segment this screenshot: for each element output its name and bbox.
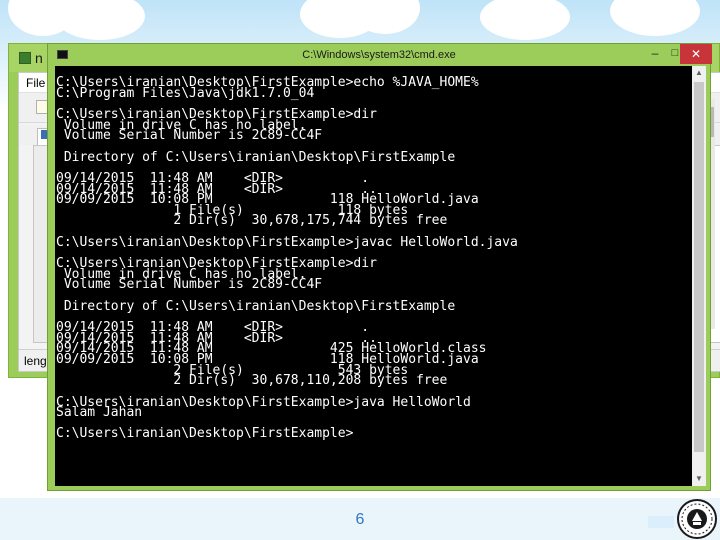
notepad-app-icon [19, 52, 31, 64]
close-button[interactable]: ✕ [680, 44, 712, 64]
cloud-shape [610, 0, 700, 36]
cmd-title-bar[interactable]: C:\Windows\system32\cmd.exe – □ ✕ [48, 44, 712, 66]
console-line: C:\Program Files\Java\jdk1.7.0_04 [56, 85, 315, 101]
scroll-up-arrow-icon[interactable]: ▲ [692, 66, 706, 80]
cmd-window: C:\Windows\system32\cmd.exe – □ ✕ C:\Use… [47, 43, 712, 491]
editor-title: n [35, 50, 43, 66]
console-line: Directory of C:\Users\iranian\Desktop\Fi… [56, 298, 456, 314]
console-line: C:\Users\iranian\Desktop\FirstExample>ja… [56, 234, 518, 250]
console-line: Directory of C:\Users\iranian\Desktop\Fi… [56, 149, 456, 165]
scroll-thumb[interactable] [694, 82, 704, 452]
cmd-title: C:\Windows\system32\cmd.exe [302, 49, 456, 61]
console-line: Salam Jahan [56, 405, 143, 421]
page-number: 6 [355, 511, 365, 528]
university-seal-logo [676, 498, 718, 540]
cloud-shape [480, 0, 570, 40]
console-output[interactable]: C:\Users\iranian\Desktop\FirstExample>ec… [55, 66, 692, 486]
console-line: 2 Dir(s) 30,678,110,208 bytes free [56, 373, 448, 389]
console-line: 2 Dir(s) 30,678,175,744 bytes free [56, 213, 448, 229]
console-line: Volume Serial Number is 2C89-CC4F [56, 128, 323, 144]
cloud-shape [55, 0, 145, 40]
console-line: C:\Users\iranian\Desktop\FirstExample> [56, 426, 354, 442]
console-line: Volume Serial Number is 2C89-CC4F [56, 277, 323, 293]
scroll-down-arrow-icon[interactable]: ▼ [692, 472, 706, 486]
minimize-button[interactable]: – [646, 47, 664, 61]
menu-file[interactable]: File [26, 76, 45, 90]
cmd-scrollbar[interactable]: ▲ ▼ [692, 66, 706, 486]
